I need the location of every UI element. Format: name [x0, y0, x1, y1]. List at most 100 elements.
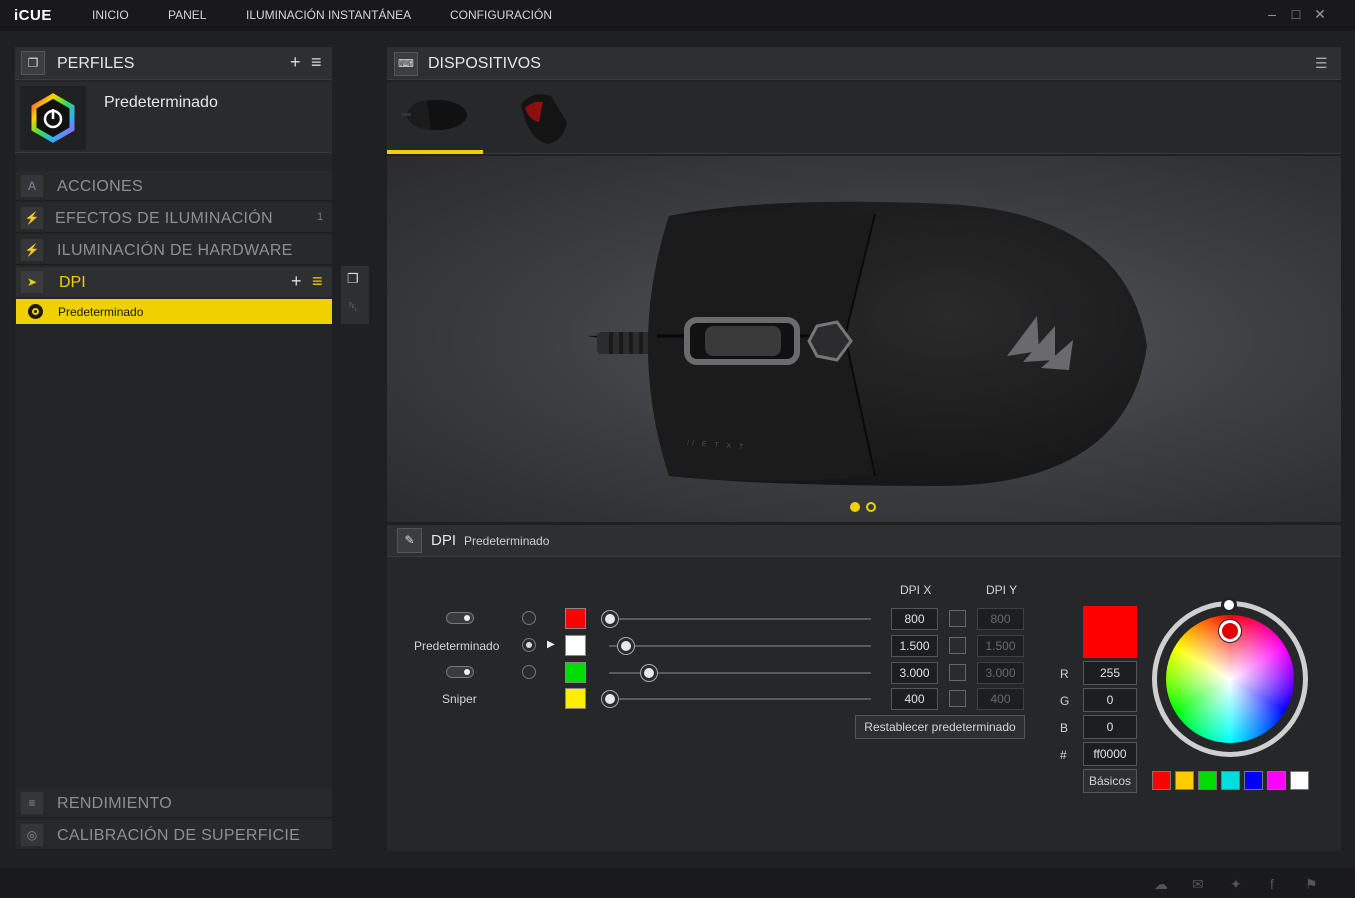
- corsair-icon[interactable]: ⚑: [1305, 876, 1318, 893]
- lightning-icon: ⚡: [21, 239, 43, 261]
- dpi-header-title: DPI: [431, 532, 457, 549]
- dpi-item-icon: [28, 304, 43, 319]
- g-input[interactable]: 0: [1083, 688, 1137, 712]
- add-profile-button[interactable]: +: [290, 52, 301, 73]
- nav-panel[interactable]: PANEL: [168, 8, 206, 22]
- basic-palette: [1152, 771, 1312, 792]
- stage-4-link-checkbox[interactable]: [949, 690, 966, 707]
- stage-4-dpi-x[interactable]: 400: [891, 688, 938, 710]
- dpi-header: ✎ DPI Predeterminado: [387, 525, 1341, 557]
- twitter-icon[interactable]: ✦: [1230, 876, 1242, 893]
- stage-2-dpi-y[interactable]: 1.500: [977, 635, 1024, 657]
- stage-1-color[interactable]: [565, 608, 586, 629]
- stage-1-dpi-y[interactable]: 800: [977, 608, 1024, 630]
- devices-header: ⌨ DISPOSITIVOS ☰: [387, 47, 1341, 80]
- chat-icon[interactable]: ✉: [1192, 876, 1204, 893]
- nav-inicio[interactable]: INICIO: [92, 8, 129, 22]
- palette-swatch[interactable]: [1267, 771, 1286, 790]
- stage-2-color[interactable]: [565, 635, 586, 656]
- section-surface-calibration[interactable]: ◎ CALIBRACIÓN DE SUPERFICIE: [16, 820, 332, 850]
- lighting-effects-count: 1: [317, 211, 324, 223]
- palette-swatch[interactable]: [1175, 771, 1194, 790]
- devices-title: DISPOSITIVOS: [428, 55, 541, 72]
- stage-3-link-checkbox[interactable]: [949, 664, 966, 681]
- section-dpi[interactable]: ➤ DPI + ≡: [16, 267, 332, 297]
- dpi-cursor-icon: ➤: [21, 271, 43, 293]
- palette-swatch[interactable]: [1290, 771, 1309, 790]
- section-lighting-effects[interactable]: ⚡ EFECTOS DE ILUMINACIÓN 1: [16, 203, 332, 233]
- profile-card[interactable]: Predeterminado: [15, 82, 332, 153]
- stage-2-dpi-x[interactable]: 1.500: [891, 635, 938, 657]
- stage-1-dpi-x[interactable]: 800: [891, 608, 938, 630]
- add-dpi-button[interactable]: +: [291, 271, 302, 292]
- stage-4-color[interactable]: [565, 688, 586, 709]
- carousel-dot-active[interactable]: [850, 502, 860, 512]
- stage-2-slider-track: [609, 645, 871, 647]
- device-tabs: [387, 82, 1341, 154]
- basics-button[interactable]: Básicos: [1083, 769, 1137, 793]
- profile-avatar: [20, 86, 86, 150]
- devices-menu-icon[interactable]: ☰: [1315, 55, 1328, 72]
- surface-icon: ◎: [21, 824, 43, 846]
- reset-default-button[interactable]: Restablecer predeterminado: [855, 715, 1025, 739]
- profiles-menu-button[interactable]: ≡: [311, 52, 322, 73]
- stage-3-dpi-y[interactable]: 3.000: [977, 662, 1024, 684]
- palette-swatch[interactable]: [1152, 771, 1171, 790]
- facebook-icon[interactable]: f: [1270, 876, 1274, 892]
- stage-3-toggle[interactable]: [446, 666, 474, 678]
- stage-1-radio[interactable]: [522, 611, 536, 625]
- dpi-item-label: Predeterminado: [58, 305, 144, 319]
- footer-bar: [0, 868, 1355, 898]
- stage-3-radio[interactable]: [522, 665, 536, 679]
- section-performance[interactable]: ≡ RENDIMIENTO: [16, 788, 332, 818]
- app-logo: iCUE: [14, 7, 52, 24]
- color-wheel[interactable]: [1152, 597, 1312, 761]
- brightness-handle[interactable]: [1221, 597, 1237, 613]
- stage-2-slider-thumb[interactable]: [617, 638, 634, 654]
- maximize-icon[interactable]: □: [1288, 6, 1304, 22]
- trash-icon[interactable]: ␡: [348, 299, 358, 315]
- profiles-icon: ❐: [21, 51, 45, 75]
- dpi-side-toolbar: ❐ ␡: [341, 266, 369, 324]
- stage-3-slider-thumb[interactable]: [641, 665, 658, 681]
- r-label: R: [1060, 667, 1069, 681]
- hue-handle[interactable]: [1219, 620, 1241, 642]
- section-hardware-lighting[interactable]: ⚡ ILUMINACIÓN DE HARDWARE: [16, 235, 332, 265]
- section-dpi-label: DPI: [59, 274, 86, 291]
- stage-1-link-checkbox[interactable]: [949, 610, 966, 627]
- dpi-panel: DPI X DPI Y 800 800 Predeterminado ▶ 1.5…: [387, 557, 1341, 851]
- section-actions[interactable]: A ACCIONES: [16, 171, 332, 201]
- dpi-menu-button[interactable]: ≡: [312, 271, 323, 292]
- nav-instant-lighting[interactable]: ILUMINACIÓN INSTANTÁNEA: [246, 8, 411, 22]
- palette-swatch[interactable]: [1244, 771, 1263, 790]
- copy-icon[interactable]: ❐: [347, 271, 359, 287]
- g-label: G: [1060, 694, 1070, 708]
- actions-icon: A: [21, 175, 43, 197]
- stage-2-link-checkbox[interactable]: [949, 637, 966, 654]
- stage-3-dpi-x[interactable]: 3.000: [891, 662, 938, 684]
- b-input[interactable]: 0: [1083, 715, 1137, 739]
- mouse-image: [587, 201, 1147, 486]
- device-preview: // E T X T: [387, 156, 1341, 522]
- r-input[interactable]: 255: [1083, 661, 1137, 685]
- dpi-item-selected[interactable]: Predeterminado: [16, 299, 332, 324]
- palette-swatch[interactable]: [1198, 771, 1217, 790]
- close-icon[interactable]: ✕: [1312, 6, 1328, 22]
- stage-1-slider-thumb[interactable]: [602, 611, 618, 627]
- minimize-icon[interactable]: –: [1264, 6, 1280, 22]
- cloud-icon[interactable]: ☁: [1154, 876, 1168, 893]
- carousel-dot[interactable]: [866, 502, 876, 512]
- nav-settings[interactable]: CONFIGURACIÓN: [450, 8, 552, 22]
- device-tab-indicator: [387, 150, 483, 154]
- stage-2-radio[interactable]: [522, 638, 536, 652]
- stage-1-slider-track: [609, 618, 871, 620]
- device-tab-mouse-black[interactable]: [387, 82, 483, 154]
- stage-4-dpi-y[interactable]: 400: [977, 688, 1024, 710]
- stage-3-color[interactable]: [565, 662, 586, 683]
- palette-swatch[interactable]: [1221, 771, 1240, 790]
- device-tab-mouse-red[interactable]: [499, 82, 595, 154]
- hex-input[interactable]: ff0000: [1083, 742, 1137, 766]
- lightning-icon: ⚡: [21, 207, 43, 229]
- stage-4-slider-thumb[interactable]: [602, 691, 618, 707]
- stage-1-toggle[interactable]: [446, 612, 474, 624]
